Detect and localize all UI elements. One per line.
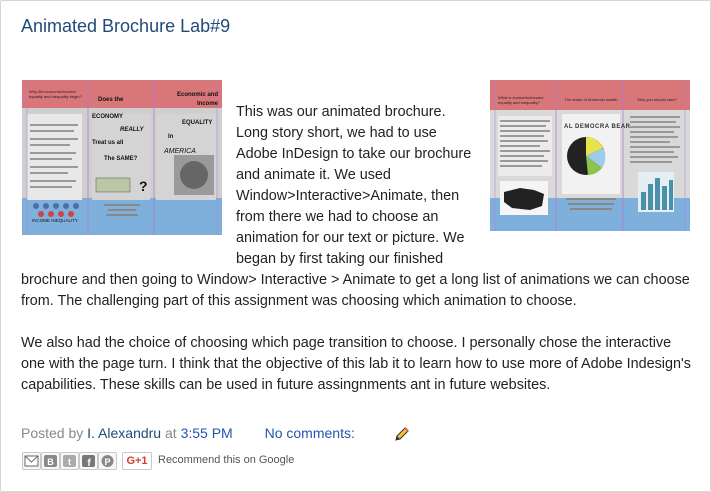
brochure-left-col2-line5: The SAME? (104, 156, 138, 162)
brochure-left-col2-line3: REALLY (120, 127, 144, 133)
comments-link[interactable]: No comments: (265, 425, 355, 441)
post-paragraph-1-continued: brochure and then going to Window> Inter… (21, 272, 690, 309)
post-title[interactable]: Animated Brochure Lab#9 (21, 16, 230, 37)
brochure-right-col3-heading: Why you should care? (637, 97, 677, 102)
facebook-icon[interactable]: f (79, 452, 98, 470)
brochure-left-col2-line4: Treat us all (92, 140, 124, 146)
brochure-right-chart-label: AL DEMOCRA BEAR (564, 124, 631, 130)
svg-text:t: t (68, 457, 71, 467)
pinterest-icon[interactable]: P (98, 452, 117, 470)
brochure-left-col3-line1: Economic and Income (176, 92, 218, 107)
post-timestamp-link[interactable]: 3:55 PM (181, 425, 233, 441)
posted-by-label: Posted by (21, 425, 84, 441)
recommend-text: Recommend this on Google (158, 454, 295, 466)
brochure-right-col2-heading: The share of American wealth (564, 97, 618, 102)
brochure-left-caption: INCOME INEQUALITY (32, 218, 79, 223)
post-paragraph-1-intro: This was our animated brochure. Long sto… (236, 104, 472, 267)
author-link[interactable]: I. Alexandru (87, 425, 161, 441)
brochure-left-col2-line1: Does the (98, 97, 124, 103)
brochure-right-col1-heading: What is economic/income equality and ine… (498, 95, 544, 105)
svg-text:B: B (47, 457, 54, 467)
brochure-left-col2-line2: ECONOMY (92, 114, 124, 120)
brochure-left-col3-line4: AMERICA (164, 148, 196, 155)
post-card: Animated Brochure Lab#9 ? Why did econom… (0, 0, 711, 492)
blog-this-icon[interactable]: B (41, 452, 60, 470)
svg-text:P: P (104, 457, 110, 467)
svg-text:?: ? (139, 178, 148, 194)
post-paragraph-2: We also had the choice of choosing which… (21, 335, 691, 393)
brochure-left-col3-line3: In (168, 134, 174, 140)
at-label: at (164, 425, 177, 441)
post-footer: Posted by I. Alexandru at 3:55 PM No com… (21, 425, 355, 441)
twitter-icon[interactable]: t (60, 452, 79, 470)
brochure-image-left[interactable]: ? Why did economic/income equality and i… (22, 80, 222, 235)
brochure-left-col3-line2: EQUALITY (182, 120, 213, 126)
brochure-image-right[interactable]: What is economic/income equality and ine… (490, 80, 690, 231)
google-plus-one-button[interactable]: G+1 (122, 452, 152, 470)
edit-pencil-icon[interactable] (393, 425, 411, 443)
brochure-left-col1-heading: Why did economic/income equality and ine… (29, 89, 82, 99)
email-icon[interactable] (22, 452, 41, 470)
